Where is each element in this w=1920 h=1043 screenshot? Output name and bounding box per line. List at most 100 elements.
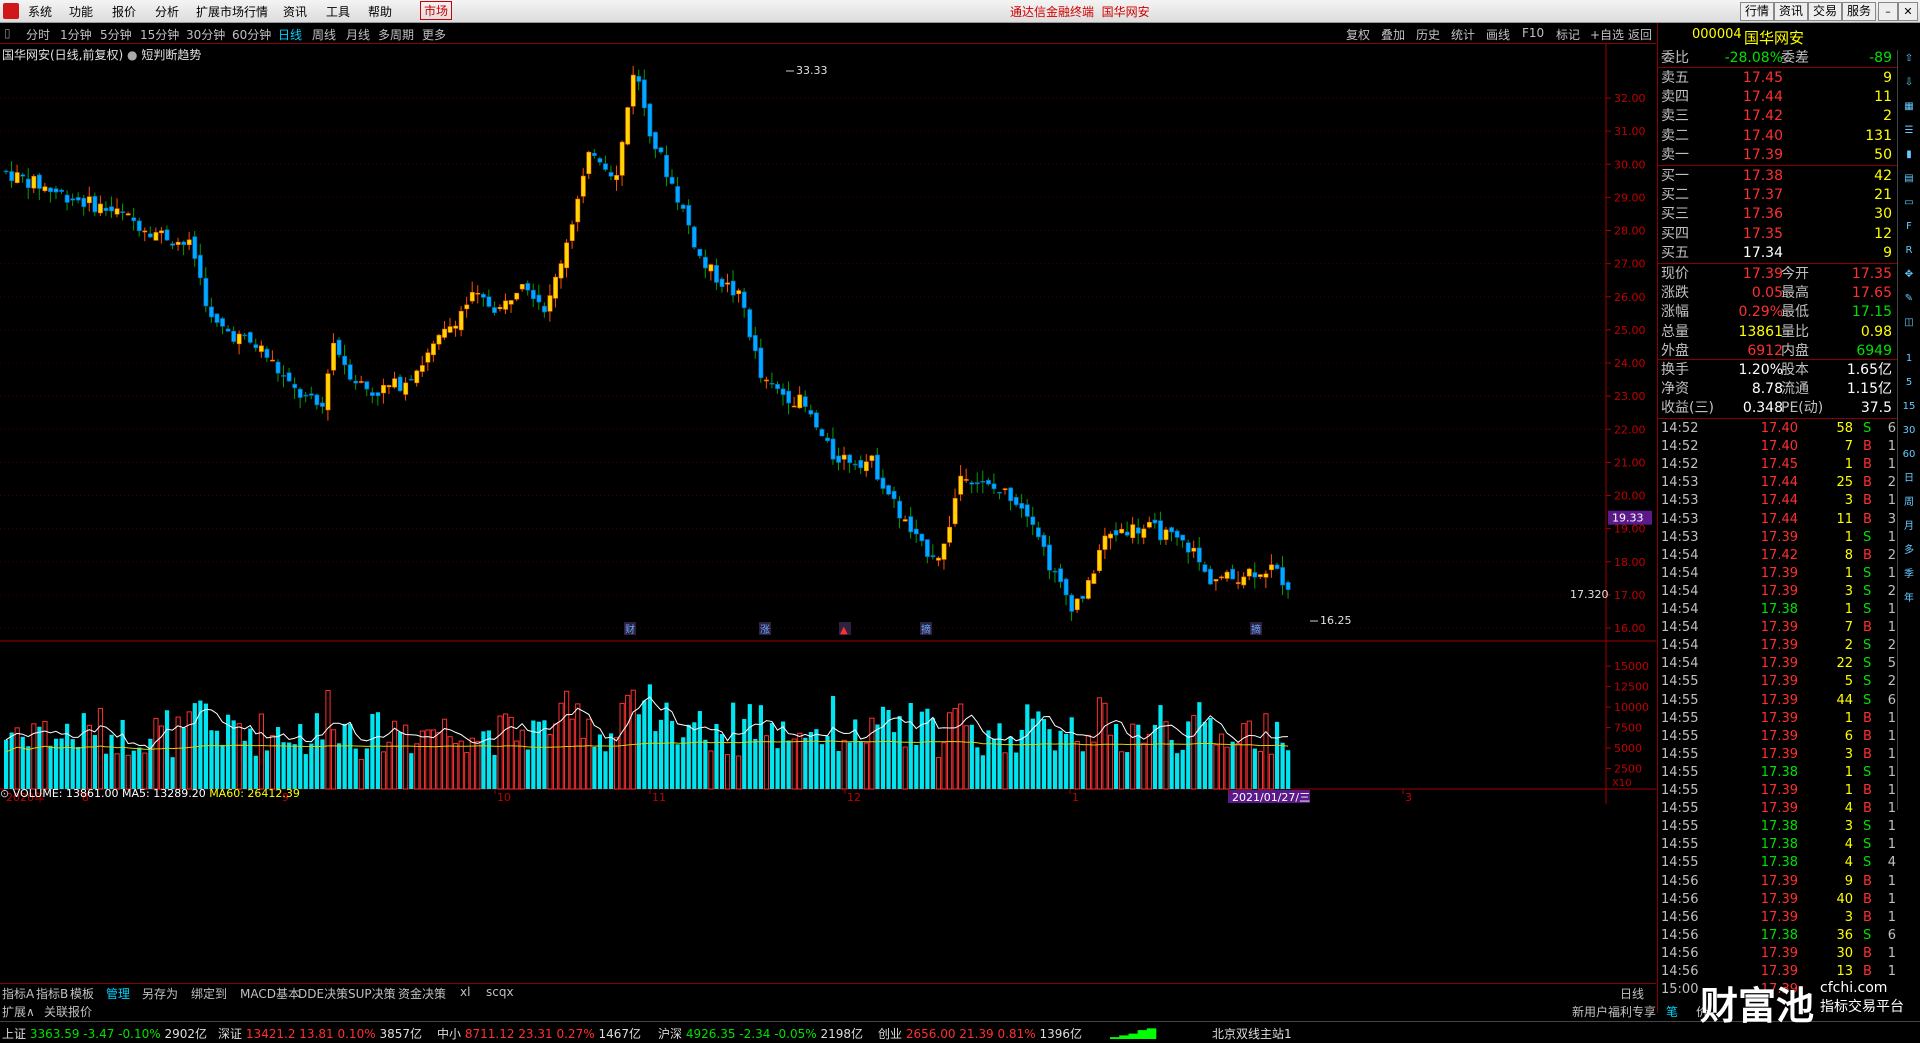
index-2[interactable]: 中小 8711.12 23.31 0.27% 1467亿 (437, 1025, 641, 1042)
panel-toggle-icon[interactable]: ▯ (4, 26, 11, 40)
sidebar-period-4[interactable]: 60 (1900, 446, 1918, 464)
sidebar-period-3[interactable]: 30 (1900, 422, 1918, 440)
ask-row[interactable]: 卖一 17.39 50 (1658, 146, 1898, 164)
tool-back[interactable]: 返回 (1628, 26, 1652, 43)
bid-row[interactable]: 买三 17.36 30 (1658, 205, 1898, 223)
expand-button[interactable]: 扩展∧ (2, 1003, 35, 1020)
tab-5[interactable]: 绑定到 (191, 985, 227, 1002)
index-4[interactable]: 创业 2656.00 21.39 0.81% 1396亿 (878, 1025, 1082, 1042)
minimize-icon[interactable]: – (1878, 2, 1898, 21)
tab-4[interactable]: 另存为 (142, 985, 178, 1002)
sidebar-period-6[interactable]: 周 (1900, 494, 1918, 512)
index-0[interactable]: 上证 3363.59 -3.47 -0.10% 2902亿 (2, 1025, 207, 1042)
menu-info[interactable]: 资讯 (283, 3, 307, 20)
ask-row[interactable]: 卖四 17.44 11 (1658, 88, 1898, 106)
bid-row[interactable]: 买一 17.38 42 (1658, 167, 1898, 185)
sidebar-period-8[interactable]: 多 (1900, 542, 1918, 560)
stat-row[interactable]: 现价 17.39 今开 17.35 (1658, 265, 1898, 283)
bid-row[interactable]: 买二 17.37 21 (1658, 186, 1898, 204)
stat-row[interactable]: 换手 1.20% 股本 1.65亿 (1658, 361, 1898, 379)
stat-row[interactable]: 涨幅 0.29% 最低 17.15 (1658, 303, 1898, 321)
sidebar-period-5[interactable]: 日 (1900, 470, 1918, 488)
sidebar-period-7[interactable]: 月 (1900, 518, 1918, 536)
stat-row[interactable]: 涨跌 0.05 最高 17.65 (1658, 284, 1898, 302)
btn-quotes[interactable]: 行情 (1740, 2, 1775, 21)
tool-draw[interactable]: 画线 (1486, 26, 1510, 43)
period-1min[interactable]: 1分钟 (60, 26, 92, 43)
menu-help[interactable]: 帮助 (368, 3, 392, 20)
tool-stats[interactable]: 统计 (1451, 26, 1475, 43)
period-monthly[interactable]: 月线 (346, 26, 370, 43)
close-icon[interactable]: ✕ (1898, 2, 1918, 21)
stat-row[interactable]: 总量 13861 量比 0.98 (1658, 323, 1898, 341)
fs-icon[interactable]: ◫ (1900, 314, 1918, 332)
period-15min[interactable]: 15分钟 (140, 26, 179, 43)
tab-3[interactable]: 管理 (106, 985, 130, 1002)
period-intraday[interactable]: 分时 (26, 26, 50, 43)
tool-fuquan[interactable]: 复权 (1346, 26, 1370, 43)
tool-overlay[interactable]: 叠加 (1381, 26, 1405, 43)
period-more[interactable]: 更多 (422, 26, 446, 43)
weibi-row[interactable]: 委比 -28.08% 委差 -89 (1658, 49, 1898, 67)
period-60min[interactable]: 60分钟 (232, 26, 271, 43)
tab-10[interactable]: xl (460, 985, 470, 999)
rsi-icon[interactable]: R (1900, 242, 1918, 260)
stat-row[interactable]: 净资 8.78 流通 1.15亿 (1658, 380, 1898, 398)
menu-extended-market[interactable]: 扩展市场行情 (196, 3, 268, 20)
sidebar-period-10[interactable]: 年 (1900, 590, 1918, 608)
tab-bi[interactable]: 笔 (1666, 1003, 1678, 1020)
arrow-up-icon[interactable]: ⇧ (1900, 50, 1918, 68)
tab-9[interactable]: 资金决策 (398, 985, 446, 1002)
index-1[interactable]: 深证 13421.2 13.81 0.10% 3857亿 (218, 1025, 422, 1042)
tab-7[interactable]: DDE决策 (298, 985, 348, 1002)
tool-add-watch[interactable]: +自选 (1590, 26, 1624, 43)
tab-11[interactable]: scqx (486, 985, 514, 999)
index-3[interactable]: 沪深 4926.35 -2.34 -0.05% 2198亿 (658, 1025, 863, 1042)
sidebar-period-1[interactable]: 5 (1900, 374, 1918, 392)
ask-row[interactable]: 卖二 17.40 131 (1658, 127, 1898, 145)
doc-icon[interactable]: ▭ (1900, 194, 1918, 212)
edit-icon[interactable]: ✎ (1900, 290, 1918, 308)
volume-toggle-icon[interactable]: ⊙ (0, 787, 9, 800)
menu-analysis[interactable]: 分析 (155, 3, 179, 20)
bid-row[interactable]: 买四 17.35 12 (1658, 225, 1898, 243)
new-user-benefit-link[interactable]: 新用户福利专享 (1572, 1003, 1656, 1020)
ask-row[interactable]: 卖三 17.42 2 (1658, 107, 1898, 125)
menu-tools[interactable]: 工具 (326, 3, 350, 20)
f10-icon[interactable]: F (1900, 218, 1918, 236)
bars-icon[interactable]: ▮ (1900, 146, 1918, 164)
btn-trade[interactable]: 交易 (1808, 2, 1843, 21)
chart-icon[interactable]: ▦ (1900, 98, 1918, 116)
stat-row[interactable]: 收益(三) 0.348 PE(动) 37.5 (1658, 399, 1898, 417)
tool-history[interactable]: 历史 (1416, 26, 1440, 43)
kline-chart-area[interactable]: 32.00 31.00 30.00 29.00 28.00 27.00 26.00 25.00… (0, 44, 1656, 1029)
btn-service[interactable]: 服务 (1842, 2, 1877, 21)
tab-1[interactable]: 指标B (36, 985, 68, 1002)
tab-6[interactable]: MACD基本 (240, 985, 300, 1002)
btn-info[interactable]: 资讯 (1774, 2, 1809, 21)
list-icon[interactable]: ☰ (1900, 122, 1918, 140)
move-icon[interactable]: ✥ (1900, 266, 1918, 284)
stat-row[interactable]: 外盘 6912 内盘 6949 (1658, 342, 1898, 360)
tab-2[interactable]: 模板 (70, 985, 94, 1002)
sidebar-period-9[interactable]: 季 (1900, 566, 1918, 584)
menu-system[interactable]: 系统 (28, 3, 52, 20)
server-label[interactable]: 北京双线主站1 (1212, 1025, 1292, 1042)
bid-row[interactable]: 买五 17.34 9 (1658, 244, 1898, 262)
period-multi[interactable]: 多周期 (378, 26, 414, 43)
sidebar-period-0[interactable]: 1 (1900, 350, 1918, 368)
period-5min[interactable]: 5分钟 (100, 26, 132, 43)
menu-market[interactable]: 市场 (420, 1, 453, 20)
tool-mark[interactable]: 标记 (1556, 26, 1580, 43)
indicator-name[interactable]: 短判断趋势 (141, 48, 201, 62)
tab-0[interactable]: 指标A (2, 985, 34, 1002)
period-weekly[interactable]: 周线 (312, 26, 336, 43)
menu-function[interactable]: 功能 (69, 3, 93, 20)
tool-f10[interactable]: F10 (1522, 26, 1544, 40)
sidebar-period-2[interactable]: 15 (1900, 398, 1918, 416)
tab-8[interactable]: SUP决策 (348, 985, 396, 1002)
period-daily[interactable]: 日线 (278, 26, 302, 43)
menu-quote[interactable]: 报价 (112, 3, 136, 20)
arrow-down-icon[interactable]: ⇩ (1900, 74, 1918, 92)
period-30min[interactable]: 30分钟 (186, 26, 225, 43)
